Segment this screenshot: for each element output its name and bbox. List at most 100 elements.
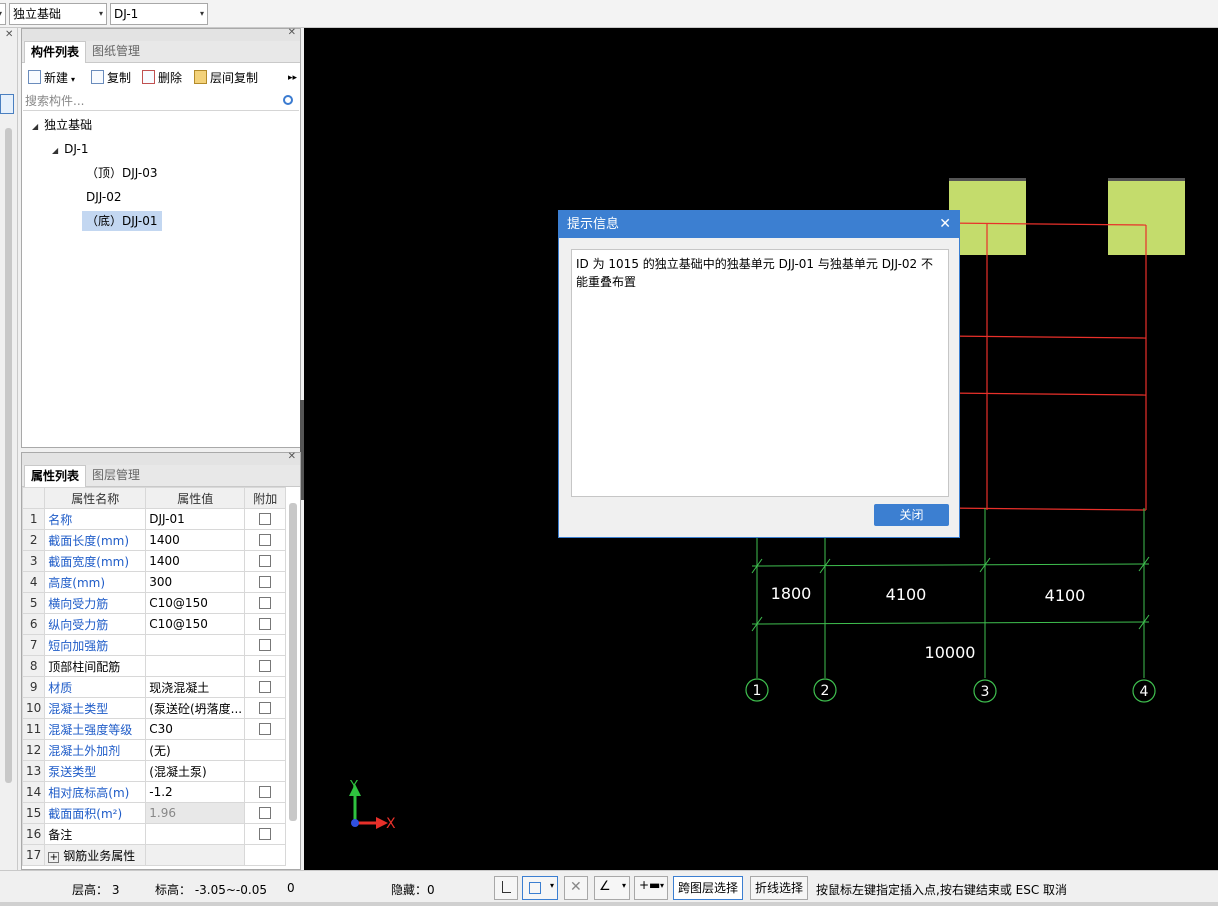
navigation-toggle-button[interactable] <box>0 94 14 114</box>
property-row[interactable]: 17 + 钢筋业务属性 <box>21 844 287 866</box>
property-value[interactable]: 300 <box>145 571 246 593</box>
dimension-line <box>751 621 1150 625</box>
property-name: 截面宽度(mm) <box>44 550 147 572</box>
header-value: 属性值 <box>145 487 246 509</box>
property-row[interactable]: 9 材质 现浇混凝土 <box>21 676 287 698</box>
checkbox[interactable] <box>259 597 272 609</box>
checkbox[interactable] <box>259 555 272 567</box>
checkbox[interactable] <box>259 576 272 588</box>
property-value[interactable] <box>145 844 246 866</box>
property-value[interactable]: -1.2 <box>145 781 246 803</box>
property-row[interactable]: 8 顶部柱间配筋 <box>21 655 287 677</box>
expand-triangle-icon[interactable]: ◢ <box>52 141 58 161</box>
panel-header: ✕ <box>22 451 300 465</box>
property-value[interactable]: (无) <box>145 739 246 761</box>
floor-copy-button[interactable]: 层间复制 <box>194 69 258 87</box>
element-select[interactable]: DJ-1 ▾ <box>110 3 208 25</box>
close-icon[interactable]: ✕ <box>5 29 13 40</box>
property-row[interactable]: 1 名称 DJJ-01 <box>21 508 287 530</box>
property-row[interactable]: 12 混凝土外加剂 (无) <box>21 739 287 761</box>
property-value[interactable]: C10@150 <box>145 613 246 635</box>
close-icon[interactable]: ✕ <box>288 27 296 38</box>
status-bar: 层高： 3 标高： -3.05~-0.05 0 隐藏：0 ▾ ✕ ∠ ▾ +▬ … <box>0 870 1218 906</box>
tree-node-root[interactable]: ◢ 独立基础 <box>32 115 92 135</box>
snap-select-button[interactable]: ▾ <box>522 876 558 900</box>
property-value[interactable]: 1400 <box>145 529 246 551</box>
tab-property-list[interactable]: 属性列表 <box>24 465 87 487</box>
checkbox[interactable] <box>259 723 272 735</box>
property-value[interactable] <box>145 823 246 845</box>
delete-button[interactable]: 删除 <box>142 69 182 87</box>
checkbox[interactable] <box>259 534 272 546</box>
checkbox[interactable] <box>259 618 272 630</box>
left-scrollbar[interactable] <box>5 128 12 783</box>
tree-item-djj01[interactable]: （底）DJJ-01 <box>82 211 162 231</box>
polyline-select-button[interactable]: 折线选择 <box>750 876 809 900</box>
property-row[interactable]: 5 横向受力筋 C10@150 <box>21 592 287 614</box>
property-row[interactable]: 7 短向加强筋 <box>21 634 287 656</box>
snap-icon <box>529 882 541 894</box>
search-icon[interactable] <box>283 95 293 105</box>
extra-cell <box>244 718 287 740</box>
category-select[interactable]: 独立基础 ▾ <box>9 3 107 25</box>
expand-triangle-icon[interactable]: ◢ <box>32 117 38 137</box>
property-value[interactable]: DJJ-01 <box>145 508 246 530</box>
property-row[interactable]: 6 纵向受力筋 C10@150 <box>21 613 287 635</box>
checkbox[interactable] <box>259 786 272 798</box>
property-row[interactable]: 14 相对底标高(m) -1.2 <box>21 781 287 803</box>
property-value[interactable]: C10@150 <box>145 592 246 614</box>
checkbox[interactable] <box>259 639 272 651</box>
close-icon[interactable]: ✕ <box>939 211 951 238</box>
search-placeholder: 搜索构件... <box>25 94 85 108</box>
property-value[interactable]: (混凝土泵) <box>145 760 246 782</box>
property-row[interactable]: 11 混凝土强度等级 C30 <box>21 718 287 740</box>
tab-drawing-management[interactable]: 图纸管理 <box>86 41 146 63</box>
extra-cell <box>244 592 287 614</box>
ortho-toggle-button[interactable] <box>494 876 518 900</box>
property-value[interactable]: 1.96 <box>145 802 246 824</box>
property-row[interactable]: 3 截面宽度(mm) 1400 <box>21 550 287 572</box>
property-row[interactable]: 2 截面长度(mm) 1400 <box>21 529 287 551</box>
tab-component-list[interactable]: 构件列表 <box>24 41 87 63</box>
cancel-snap-button[interactable]: ✕ <box>564 876 588 900</box>
tree-item-djj03[interactable]: （顶）DJJ-03 <box>86 163 158 183</box>
property-scrollbar[interactable] <box>289 503 297 821</box>
checkbox[interactable] <box>259 807 272 819</box>
new-button[interactable]: 新建 ▾ <box>28 69 75 87</box>
tree-item-djj02[interactable]: DJJ-02 <box>86 187 122 207</box>
property-row[interactable]: 16 备注 <box>21 823 287 845</box>
property-value[interactable]: 1400 <box>145 550 246 572</box>
property-value[interactable]: 现浇混凝土 <box>145 676 246 698</box>
checkbox[interactable] <box>259 828 272 840</box>
more-icon[interactable]: ▸▸ <box>288 69 297 87</box>
tab-layer-management[interactable]: 图层管理 <box>86 465 146 487</box>
tree-node-dj1[interactable]: ◢ DJ-1 <box>52 139 88 159</box>
property-value[interactable] <box>145 655 246 677</box>
search-input[interactable]: 搜索构件... <box>23 91 299 111</box>
expand-plus-icon[interactable]: + <box>48 851 60 863</box>
checkbox[interactable] <box>259 513 272 525</box>
property-row[interactable]: 10 混凝土类型 (泵送砼(坍落度... <box>21 697 287 719</box>
beam-line[interactable] <box>943 392 1147 396</box>
property-row[interactable]: 15 截面面积(m²) 1.96 <box>21 802 287 824</box>
property-name: 短向加强筋 <box>44 634 147 656</box>
angle-select-button[interactable]: ∠ ▾ <box>594 876 630 900</box>
left-combo-edge[interactable]: ▾ <box>0 3 6 25</box>
property-value[interactable]: C30 <box>145 718 246 740</box>
property-row[interactable]: 4 高度(mm) 300 <box>21 571 287 593</box>
beam-line[interactable] <box>943 335 1147 339</box>
offset-select-button[interactable]: +▬ ▾ <box>634 876 668 900</box>
property-value[interactable] <box>145 634 246 656</box>
beam-line[interactable] <box>943 507 1147 511</box>
row-number: 17 <box>21 844 46 866</box>
property-row[interactable]: 13 泵送类型 (混凝土泵) <box>21 760 287 782</box>
copy-button[interactable]: 复制 <box>91 69 131 87</box>
checkbox[interactable] <box>259 660 272 672</box>
axis-label: 3 <box>981 684 990 700</box>
close-icon[interactable]: ✕ <box>288 451 296 462</box>
checkbox[interactable] <box>259 702 272 714</box>
property-value[interactable]: (泵送砼(坍落度... <box>145 697 246 719</box>
checkbox[interactable] <box>259 681 272 693</box>
close-button[interactable]: 关闭 <box>874 504 949 526</box>
cross-layer-select-button[interactable]: 跨图层选择 <box>673 876 744 900</box>
